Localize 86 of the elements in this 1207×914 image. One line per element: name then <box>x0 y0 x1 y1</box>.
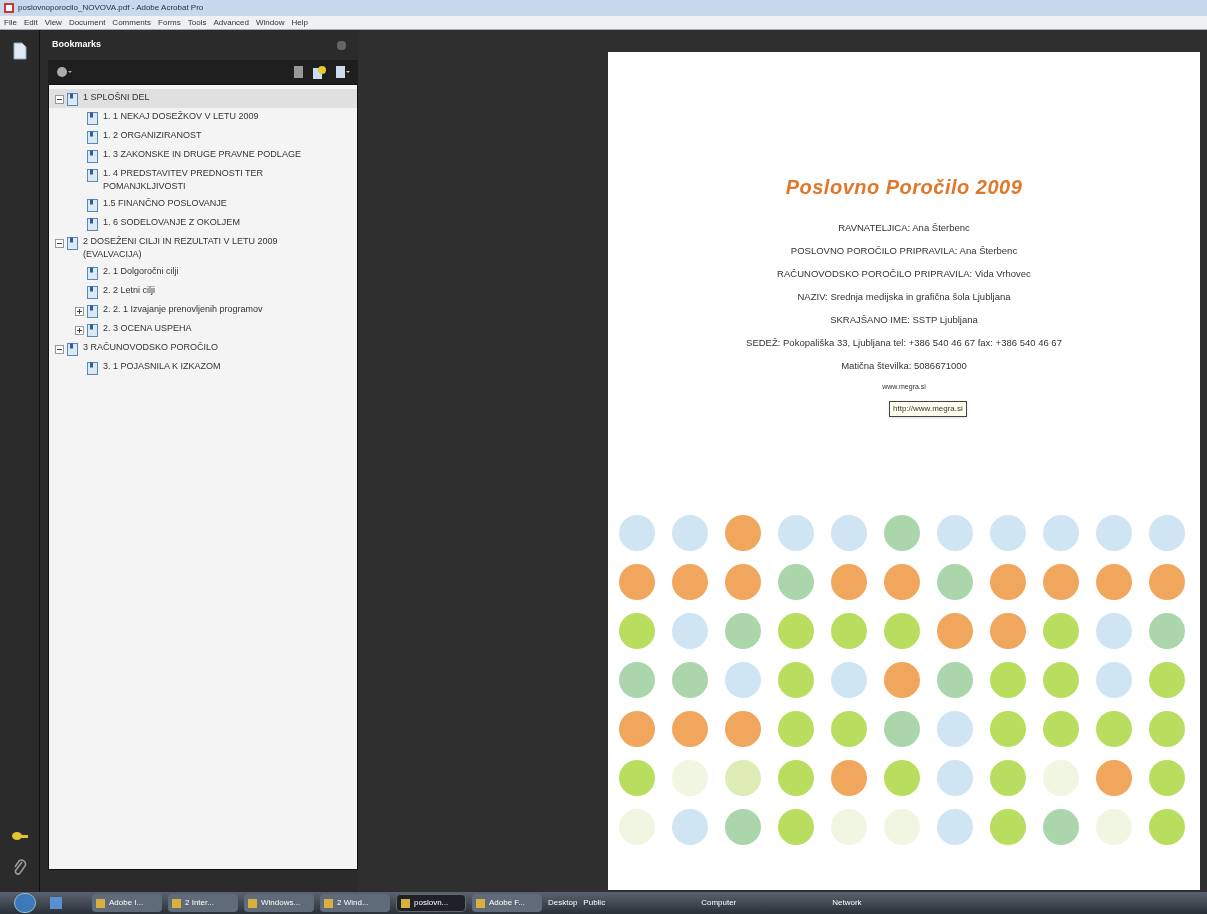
bookmark-icon <box>87 267 98 280</box>
bookmark-label: 1. 2 ORGANIZIRANOST <box>103 129 202 142</box>
bookmark-icon <box>87 218 98 231</box>
link-tooltip: http://www.megra.si <box>889 401 967 417</box>
bookmark-item[interactable]: 2. 1 Dolgoročni cilji <box>49 263 357 282</box>
panel-options-button[interactable] <box>337 40 346 50</box>
bookmark-label: 1. 1 NEKAJ DOSEŽKOV V LETU 2009 <box>103 110 259 123</box>
taskbar-button[interactable]: 2 Inter... <box>168 894 238 912</box>
bookmark-label: 1 SPLOŠNI DEL <box>83 91 150 104</box>
bookmark-icon <box>87 199 98 212</box>
bookmark-icon <box>67 93 78 106</box>
start-button[interactable] <box>14 893 36 913</box>
bookmark-item[interactable]: 2. 2. 1 Izvajanje prenovljenih programov <box>49 301 357 320</box>
expand-toggle[interactable] <box>75 307 84 316</box>
taskbar-link[interactable]: Network <box>832 897 862 909</box>
paperclip-icon[interactable] <box>12 858 27 876</box>
collapse-toggle[interactable] <box>55 95 64 104</box>
bookmark-icon <box>87 112 98 125</box>
bookmark-icon <box>87 324 98 337</box>
menu-item[interactable]: Advanced <box>213 16 249 29</box>
page-text-line: SEDEŽ: Pokopališka 33, Ljubljana tel: +386 540 46 67 fax: +386 540 46 67 <box>746 336 1062 350</box>
taskbar-button[interactable]: Windows... <box>244 894 314 912</box>
bookmark-label: 2. 3 OCENA USPEHA <box>103 322 192 335</box>
bookmark-icon <box>87 362 98 375</box>
collapse-toggle[interactable] <box>55 345 64 354</box>
bookmark-icon <box>67 343 78 356</box>
bookmark-label: 1. 3 ZAKONSKE IN DRUGE PRAVNE PODLAGE <box>103 148 301 161</box>
bookmark-item[interactable]: 1. 6 SODELOVANJE Z OKOLJEM <box>49 214 357 233</box>
bookmark-item[interactable]: 3. 1 POJASNILA K IZKAZOM <box>49 358 357 377</box>
bookmark-item[interactable]: 1. 4 PREDSTAVITEV PREDNOSTI TER POMANJKLJIVOSTI <box>49 165 357 195</box>
menu-item[interactable]: Document <box>68 16 106 29</box>
bookmark-label: 2 DOSEŽENI CILJI IN REZULTATI V LETU 2009 (EVALVACIJA) <box>83 235 279 261</box>
bookmark-icon <box>87 169 98 182</box>
page-text-line: NAZIV: Srednja medijska in grafična šola Ljubljana <box>797 290 1011 304</box>
page-icon[interactable] <box>12 42 27 60</box>
bookmark-label: 1. 6 SODELOVANJE Z OKOLJEM <box>103 216 240 229</box>
bookmark-label: 1.5 FINANČNO POSLOVANJE <box>103 197 227 210</box>
collapse-toggle[interactable] <box>55 239 64 248</box>
taskbar-link[interactable]: Desktop <box>548 897 578 909</box>
bookmark-item[interactable]: 3 RAČUNOVODSKO POROČILO <box>49 339 357 358</box>
bookmark-icon <box>87 286 98 299</box>
menu-item[interactable]: Window <box>256 16 285 29</box>
expand-toggle[interactable] <box>75 326 84 335</box>
menu-item[interactable]: Forms <box>158 16 181 29</box>
key-icon[interactable] <box>10 830 29 842</box>
bookmark-item[interactable]: 2 DOSEŽENI CILJI IN REZULTATI V LETU 2009 (EVALVACIJA) <box>49 233 357 263</box>
taskbar-button[interactable]: Adobe I... <box>92 894 162 912</box>
taskbar-link[interactable]: Computer <box>701 897 737 909</box>
bookmark-item[interactable]: 2. 2 Letni cilji <box>49 282 357 301</box>
bookmark-label: 3. 1 POJASNILA K IZKAZOM <box>103 360 221 373</box>
bookmark-label: 2. 2. 1 Izvajanje prenovljenih programov <box>103 303 263 316</box>
window-title: poslovnoporocilo_NOVOVA.pdf - Adobe Acrobat Pro <box>18 2 204 14</box>
taskbar-link[interactable]: Public <box>583 897 606 909</box>
menu-item[interactable]: Help <box>291 16 308 29</box>
pdf-app-icon <box>4 3 14 13</box>
page-text-line: RAČUNOVODSKO POROČILO PRIPRAVILA: Vida Vrhovec <box>777 267 1031 281</box>
bookmark-item[interactable]: 1 SPLOŠNI DEL <box>49 89 357 108</box>
bookmark-icon <box>67 237 78 250</box>
page-text-line: POSLOVNO POROČILO PRIPRAVILA: Ana Šterbenc <box>790 244 1018 258</box>
menu-item[interactable]: Edit <box>23 16 38 29</box>
bookmark-label: 1. 4 PREDSTAVITEV PREDNOSTI TER POMANJKLJIVOSTI <box>103 167 265 193</box>
menu-item[interactable]: File <box>4 16 17 29</box>
page-text-line: Matična številka: 5086671000 <box>841 359 967 373</box>
menu-item[interactable]: Comments <box>112 16 152 29</box>
page-text-line: SKRAJŠANO IME: SSTP Ljubljana <box>830 313 978 327</box>
new-bookmark-icon[interactable] <box>313 65 326 79</box>
bookmark-label: 2. 2 Letni cilji <box>103 284 156 297</box>
bookmark-item[interactable]: 1.5 FINANČNO POSLOVANJE <box>49 195 357 214</box>
options-icon[interactable] <box>56 66 72 78</box>
bookmark-item[interactable]: 1. 3 ZAKONSKE IN DRUGE PRAVNE PODLAGE <box>49 146 357 165</box>
menu-item[interactable]: View <box>44 16 62 29</box>
panel-title: Bookmarks <box>52 38 102 52</box>
bookmark-icon <box>87 131 98 144</box>
taskbar-button[interactable]: 2 Wind... <box>320 894 390 912</box>
bookmark-icon <box>87 305 98 318</box>
bookmark-item[interactable]: 1. 1 NEKAJ DOSEŽKOV V LETU 2009 <box>49 108 357 127</box>
bookmark-icon <box>87 150 98 163</box>
bookmark-label: 2. 1 Dolgoročni cilji <box>103 265 179 278</box>
taskbar-button[interactable]: poslovn... <box>396 894 466 912</box>
bookmark-item[interactable]: 2. 3 OCENA USPEHA <box>49 320 357 339</box>
menu-item[interactable]: Tools <box>187 16 207 29</box>
page-text-line: RAVNATELJICA: Ana Šterbenc <box>838 221 970 235</box>
page-title: Poslovno Poročilo 2009 <box>785 175 1023 200</box>
bookmark-item[interactable]: 1. 2 ORGANIZIRANOST <box>49 127 357 146</box>
bookmark-label: 3 RAČUNOVODSKO POROČILO <box>83 341 219 354</box>
taskbar-button[interactable]: Adobe F... <box>472 894 542 912</box>
